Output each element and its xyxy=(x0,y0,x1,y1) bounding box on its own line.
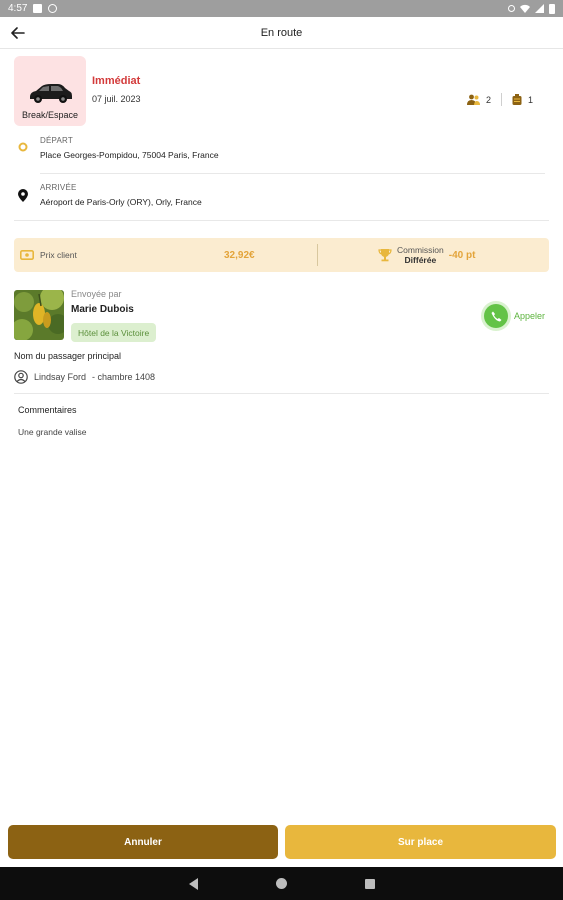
trophy-icon xyxy=(378,249,392,262)
commission-label: Commission xyxy=(397,245,444,255)
hotel-badge: Hôtel de la Victoire xyxy=(71,323,157,342)
vehicle-card: Break/Espace xyxy=(14,56,86,126)
arrival-label: ARRIVÉE xyxy=(40,183,77,192)
cancel-button[interactable]: Annuler xyxy=(8,825,278,859)
nav-recents-icon[interactable] xyxy=(364,878,375,889)
user-circle-icon xyxy=(14,370,28,384)
call-button[interactable]: Appeler xyxy=(484,304,545,328)
departure-block: DÉPART Place Georges-Pompidou, 75004 Par… xyxy=(14,136,219,160)
comments-divider xyxy=(14,393,549,394)
call-label[interactable]: Appeler xyxy=(514,311,545,321)
sender-name: Marie Dubois xyxy=(71,304,134,315)
arrow-left-icon xyxy=(11,27,25,39)
vehicle-type-label: Break/Espace xyxy=(21,110,79,120)
sender-image xyxy=(14,290,64,340)
on-site-button[interactable]: Sur place xyxy=(285,825,556,859)
section-divider xyxy=(14,220,549,221)
ride-counts: 2 1 xyxy=(466,93,533,106)
sync-icon xyxy=(48,4,58,13)
sender-photo xyxy=(14,290,64,340)
price-value: 32,92€ xyxy=(224,249,255,261)
arrival-address: Aéroport de Paris-Orly (ORY), Orly, Fran… xyxy=(40,197,202,207)
passenger-row: Lindsay Ford - chambre 1408 xyxy=(14,370,155,384)
location-divider xyxy=(40,173,545,174)
sim-icon xyxy=(33,4,43,13)
status-time: 4:57 xyxy=(8,3,28,14)
location-icon xyxy=(508,5,515,12)
arrival-pin-icon xyxy=(18,189,28,202)
comments-title: Commentaires xyxy=(18,405,77,415)
cash-icon xyxy=(20,250,34,260)
car-icon xyxy=(30,84,72,103)
battery-icon xyxy=(549,3,555,14)
passenger-name: Lindsay Ford xyxy=(34,372,87,382)
ride-date: 07 juil. 2023 xyxy=(92,94,141,104)
status-bar: 4:57 xyxy=(0,0,563,17)
comments-text: Une grande valise xyxy=(18,427,87,437)
timing-label: Immédiat xyxy=(92,75,141,87)
departure-address: Place Georges-Pompidou, 75004 Paris, Fra… xyxy=(40,150,219,160)
signal-icon xyxy=(535,4,544,13)
passengers-icon xyxy=(466,94,480,105)
passengers-count: 2 xyxy=(485,94,491,105)
departure-label: DÉPART xyxy=(40,136,73,145)
page-title: En route xyxy=(260,26,303,39)
departure-pin-icon xyxy=(18,142,28,152)
passenger-title: Nom du passager principal xyxy=(14,351,122,361)
luggage-count: 1 xyxy=(527,94,533,105)
counts-divider xyxy=(500,93,502,106)
call-circle[interactable] xyxy=(484,304,508,328)
sent-by-label: Envoyée par xyxy=(71,289,122,299)
nav-back-icon[interactable] xyxy=(188,877,198,890)
arrival-block: ARRIVÉE Aéroport de Paris-Orly (ORY), Or… xyxy=(14,183,202,207)
commission-value: -40 pt xyxy=(448,249,476,261)
phone-icon xyxy=(491,311,501,321)
app-header: En route xyxy=(0,17,563,49)
luggage-icon xyxy=(512,93,522,105)
wifi-icon xyxy=(520,4,530,13)
passenger-room: - chambre 1408 xyxy=(92,372,156,382)
commission-status: Différée xyxy=(404,255,437,265)
price-label: Prix client xyxy=(40,250,77,260)
nav-home-icon[interactable] xyxy=(275,878,287,889)
pricing-bar: Prix client 32,92€ Commission Différée -… xyxy=(14,238,549,272)
system-nav-bar xyxy=(0,867,563,900)
back-button[interactable] xyxy=(8,23,28,43)
